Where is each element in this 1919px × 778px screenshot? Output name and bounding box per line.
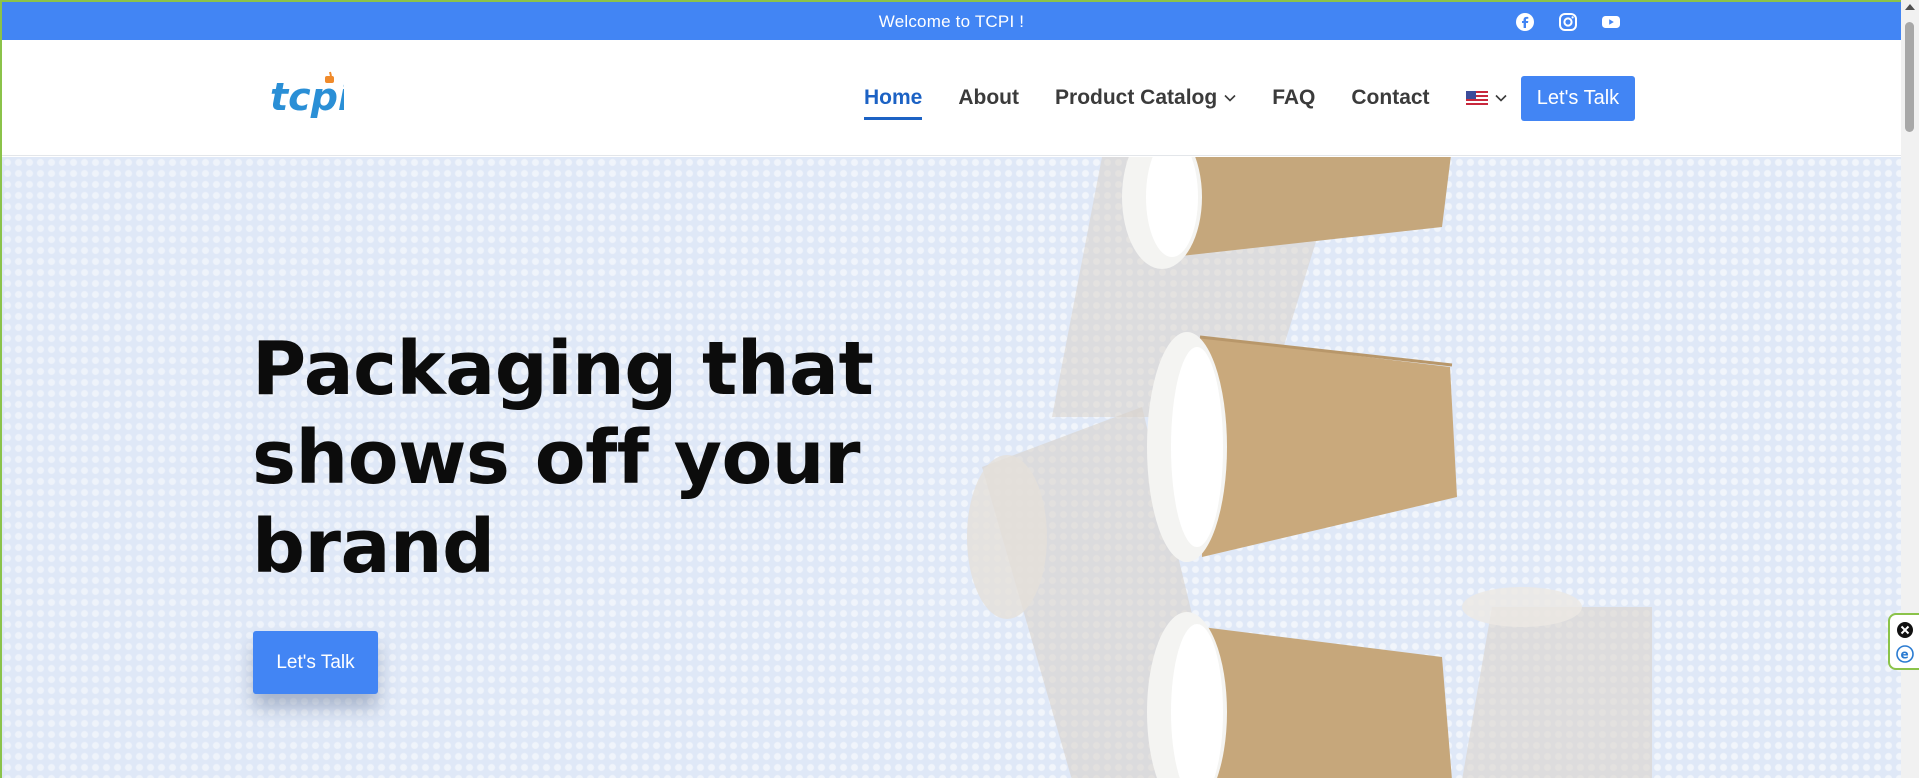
- close-icon[interactable]: [1896, 621, 1914, 639]
- nav-contact-label: Contact: [1351, 86, 1430, 109]
- nav-product-catalog[interactable]: Product Catalog: [1055, 86, 1236, 110]
- language-selector[interactable]: [1465, 90, 1507, 106]
- headline-line: shows off your: [252, 415, 860, 501]
- nav-faq[interactable]: FAQ: [1272, 86, 1315, 110]
- tcpi-logo[interactable]: tcpi: [268, 70, 352, 122]
- nav-contact[interactable]: Contact: [1351, 86, 1429, 110]
- instagram-icon[interactable]: [1558, 12, 1578, 32]
- site-header: tcpi Home About Product Catalog FAQ Cont…: [2, 40, 1901, 156]
- lets-talk-hero-button[interactable]: Let's Talk: [253, 631, 378, 694]
- chevron-down-icon: [1494, 94, 1507, 102]
- youtube-icon[interactable]: [1601, 12, 1621, 32]
- top-announcement-bar: Welcome to TCPI !: [2, 2, 1901, 40]
- hero-section: Packaging that shows off your brand Let'…: [2, 157, 1901, 778]
- nav-home[interactable]: Home: [864, 86, 923, 120]
- us-flag-icon: [1465, 90, 1488, 106]
- facebook-icon[interactable]: [1515, 12, 1535, 32]
- paper-cups-image: [967, 157, 1652, 778]
- scroll-up-arrow-icon[interactable]: [1905, 4, 1915, 10]
- nav-faq-label: FAQ: [1272, 86, 1316, 109]
- page: Welcome to TCPI ! tcpi Home About Produc…: [0, 0, 1901, 778]
- headline-line: brand: [252, 504, 495, 590]
- chevron-down-icon: [1224, 94, 1236, 102]
- main-nav: Home About Product Catalog FAQ Contact: [864, 86, 1545, 120]
- nav-product-catalog-label: Product Catalog: [1055, 86, 1218, 109]
- accessibility-side-widget: e: [1888, 613, 1919, 670]
- nav-about-label: About: [958, 86, 1020, 109]
- e-badge-icon[interactable]: e: [1896, 645, 1914, 663]
- nav-home-label: Home: [864, 86, 923, 109]
- headline-line: Packaging that: [252, 326, 874, 412]
- svg-text:e: e: [1901, 648, 1909, 662]
- lets-talk-header-button[interactable]: Let's Talk: [1521, 76, 1635, 121]
- scroll-thumb[interactable]: [1905, 22, 1914, 132]
- nav-about[interactable]: About: [958, 86, 1019, 110]
- social-links: [1515, 12, 1621, 32]
- hero-headline: Packaging that shows off your brand: [252, 325, 912, 592]
